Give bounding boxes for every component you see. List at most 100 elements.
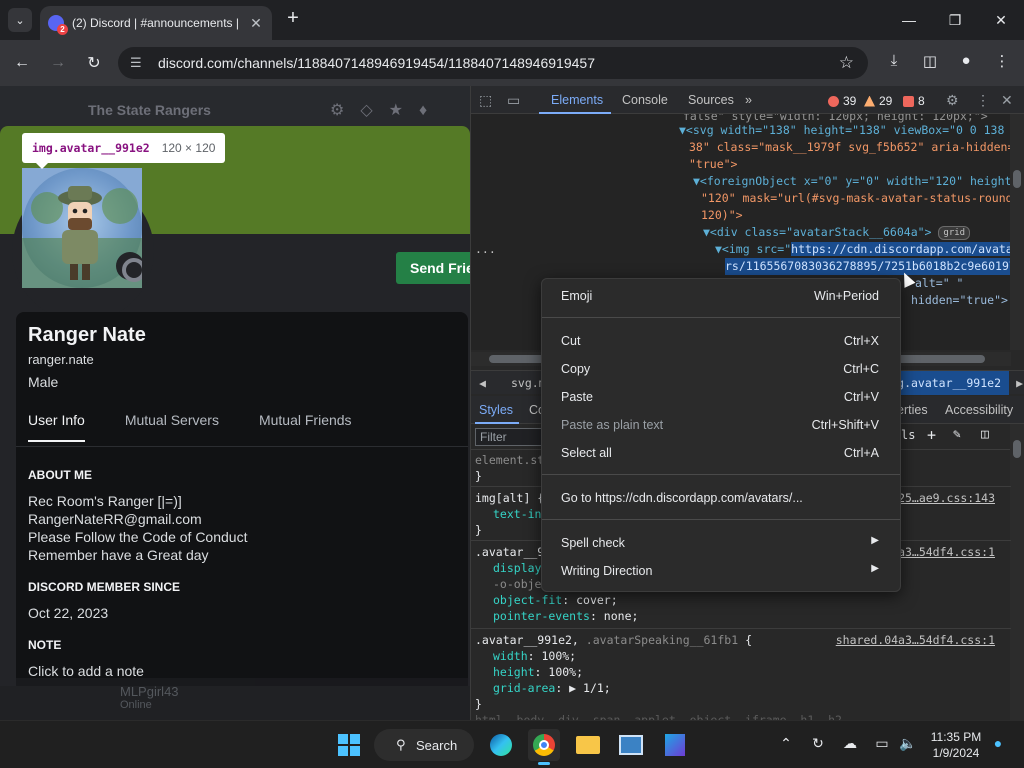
- window-restore-icon[interactable]: ❐: [940, 6, 970, 34]
- tray-overflow-chevron-icon[interactable]: ⌃: [776, 735, 796, 752]
- grid-badge[interactable]: grid: [938, 225, 971, 240]
- devtools-menu-kebab-icon[interactable]: ⋮: [976, 92, 990, 109]
- rule-selector[interactable]: img[alt] {: [475, 490, 544, 507]
- styles-vertical-scrollbar[interactable]: [1010, 424, 1024, 720]
- menu-item-go-to-url[interactable]: Go to https://cdn.discordapp.com/avatars…: [542, 485, 900, 513]
- tab-styles[interactable]: Styles: [479, 403, 513, 417]
- tray-cloud-icon[interactable]: ☁: [840, 735, 860, 752]
- device-toolbar-icon[interactable]: ▭: [507, 92, 520, 109]
- rule-selector[interactable]: element.st: [475, 452, 544, 469]
- window-close-icon[interactable]: ✕: [986, 6, 1016, 34]
- tray-sound-icon[interactable]: 🔈: [898, 735, 918, 752]
- rule-selector[interactable]: html, body, div, span, applet, object, i…: [475, 712, 849, 720]
- window-minimize-icon[interactable]: —: [894, 6, 924, 34]
- tab-elements[interactable]: Elements: [551, 93, 603, 107]
- menu-item-paste[interactable]: Paste Ctrl+V: [542, 384, 900, 412]
- more-tabs-icon[interactable]: »: [745, 93, 752, 107]
- new-style-rule-plus-icon[interactable]: +: [927, 426, 936, 444]
- system-clock[interactable]: 11:35 PM 1/9/2024: [924, 729, 988, 761]
- code-editor-icon[interactable]: [659, 729, 691, 761]
- notification-bell-icon[interactable]: ●: [988, 735, 1008, 751]
- error-count[interactable]: 39: [828, 94, 856, 108]
- styles-toolbar-label[interactable]: ls: [901, 428, 915, 442]
- menu-item-select-all[interactable]: Select all Ctrl+A: [542, 440, 900, 468]
- avatar[interactable]: [22, 168, 142, 288]
- menu-item-cut[interactable]: Cut Ctrl+X: [542, 328, 900, 356]
- dom-line[interactable]: ▼<div class="avatarStack__6604a"> grid: [703, 224, 971, 241]
- menu-item-label: Go to https://cdn.discordapp.com/avatars…: [561, 491, 803, 505]
- server-name[interactable]: The State Rangers: [88, 102, 211, 118]
- paint-brush-icon[interactable]: ✎: [953, 427, 961, 442]
- menu-item-emoji[interactable]: Emoji Win+Period: [542, 283, 900, 311]
- rule-property[interactable]: object-fit: cover;: [493, 592, 618, 609]
- rule-property[interactable]: display: [493, 560, 541, 577]
- reload-icon[interactable]: ↻: [81, 50, 107, 76]
- tab-mutual-servers[interactable]: Mutual Servers: [125, 412, 219, 442]
- back-arrow-icon[interactable]: ←: [9, 50, 35, 76]
- tab-mutual-friends[interactable]: Mutual Friends: [259, 412, 352, 442]
- dom-line[interactable]: ▼<svg width="138" height="138" viewBox="…: [679, 122, 1011, 139]
- address-bar[interactable]: ☰ discord.com/channels/11884071489469194…: [118, 47, 868, 79]
- dom-ellipsis[interactable]: ...: [475, 241, 496, 258]
- toggle-sidebar-icon[interactable]: ◫: [981, 427, 989, 442]
- menu-item-paste-plain-text[interactable]: Paste as plain text Ctrl+Shift+V: [542, 412, 900, 440]
- scroll-thumb[interactable]: [1013, 170, 1021, 188]
- site-info-icon[interactable]: ☰: [130, 55, 148, 71]
- warning-count[interactable]: 29: [864, 94, 892, 108]
- breadcrumb-forward-icon[interactable]: ▶: [1016, 376, 1023, 390]
- chrome-browser-icon[interactable]: [528, 729, 560, 765]
- chrome-logo: [533, 734, 555, 756]
- forward-arrow-icon[interactable]: →: [45, 50, 71, 76]
- devtools-close-icon[interactable]: ✕: [1001, 92, 1013, 109]
- menu-item-writing-direction[interactable]: Writing Direction ▶: [542, 558, 900, 586]
- tab-sources[interactable]: Sources: [688, 93, 734, 107]
- rule-property[interactable]: height: 100%;: [493, 664, 583, 681]
- elements-vertical-scrollbar[interactable]: [1010, 114, 1024, 350]
- offline-status-icon: [116, 252, 142, 282]
- file-explorer-icon[interactable]: [572, 729, 604, 761]
- settings-gear-icon[interactable]: ⚙: [946, 92, 959, 109]
- context-menu: Emoji Win+Period Cut Ctrl+X Copy Ctrl+C …: [541, 278, 901, 592]
- menu-item-copy[interactable]: Copy Ctrl+C: [542, 356, 900, 384]
- rule-property[interactable]: grid-area: ▶ 1/1;: [493, 680, 611, 697]
- issue-count[interactable]: 8: [903, 94, 925, 108]
- current-user-status: Online: [120, 699, 152, 711]
- rule-property[interactable]: pointer-events: none;: [493, 608, 638, 625]
- tab-properties[interactable]: erties: [897, 403, 928, 417]
- inspect-element-icon[interactable]: ⬚: [479, 92, 492, 109]
- photos-app-icon[interactable]: [615, 729, 647, 761]
- downloads-icon[interactable]: ⤓: [883, 52, 905, 69]
- rule-property[interactable]: width: 100%;: [493, 648, 576, 665]
- profile-avatar-icon[interactable]: ●: [955, 52, 977, 69]
- rule-selector[interactable]: .avatar__9: [475, 544, 544, 561]
- tab-close-icon[interactable]: ✕: [248, 15, 264, 32]
- rule-source-link[interactable]: shared.04a3…54df4.css:1: [836, 632, 995, 649]
- styles-filter-input[interactable]: Filter: [475, 428, 543, 446]
- send-friend-request-button[interactable]: Send Frie: [396, 252, 470, 284]
- editor-logo: [665, 734, 685, 756]
- tab-search-chevron-icon[interactable]: ⌄: [8, 8, 32, 32]
- chrome-menu-kebab-icon[interactable]: ⋮: [991, 52, 1013, 70]
- prop-name: grid-area: [493, 681, 556, 695]
- scroll-thumb[interactable]: [1013, 440, 1021, 458]
- rule-close: }: [475, 469, 482, 483]
- breadcrumb-back-icon[interactable]: ◀: [479, 376, 486, 390]
- bookmark-star-icon[interactable]: ☆: [839, 53, 854, 73]
- dom-line-selected[interactable]: ▼<img src="https://cdn.discordapp.com/av…: [715, 241, 1011, 258]
- tab-accessibility[interactable]: Accessibility: [945, 403, 1013, 417]
- browser-tab-discord[interactable]: 2 (2) Discord | #announcements | ✕: [40, 6, 272, 40]
- taskbar-search[interactable]: ⚲ Search: [374, 729, 474, 761]
- tray-sync-icon[interactable]: ↻: [808, 735, 828, 752]
- selector-open: {: [745, 633, 752, 647]
- windows-start-icon[interactable]: [333, 729, 365, 761]
- dom-line[interactable]: ▼<foreignObject x="0" y="0" width="120" …: [693, 173, 1011, 190]
- new-tab-plus-icon[interactable]: +: [282, 8, 304, 30]
- edge-browser-icon[interactable]: [485, 729, 517, 761]
- tab-user-info[interactable]: User Info: [28, 412, 85, 442]
- side-panel-icon[interactable]: ◫: [919, 52, 941, 70]
- tray-network-icon[interactable]: ▭: [872, 735, 892, 752]
- tab-console[interactable]: Console: [622, 93, 668, 107]
- menu-item-spell-check[interactable]: Spell check ▶: [542, 530, 900, 558]
- menu-item-label: Spell check: [561, 536, 625, 550]
- rule-selector[interactable]: .avatar__991e2, .avatarSpeaking__61fb1 {: [475, 632, 752, 649]
